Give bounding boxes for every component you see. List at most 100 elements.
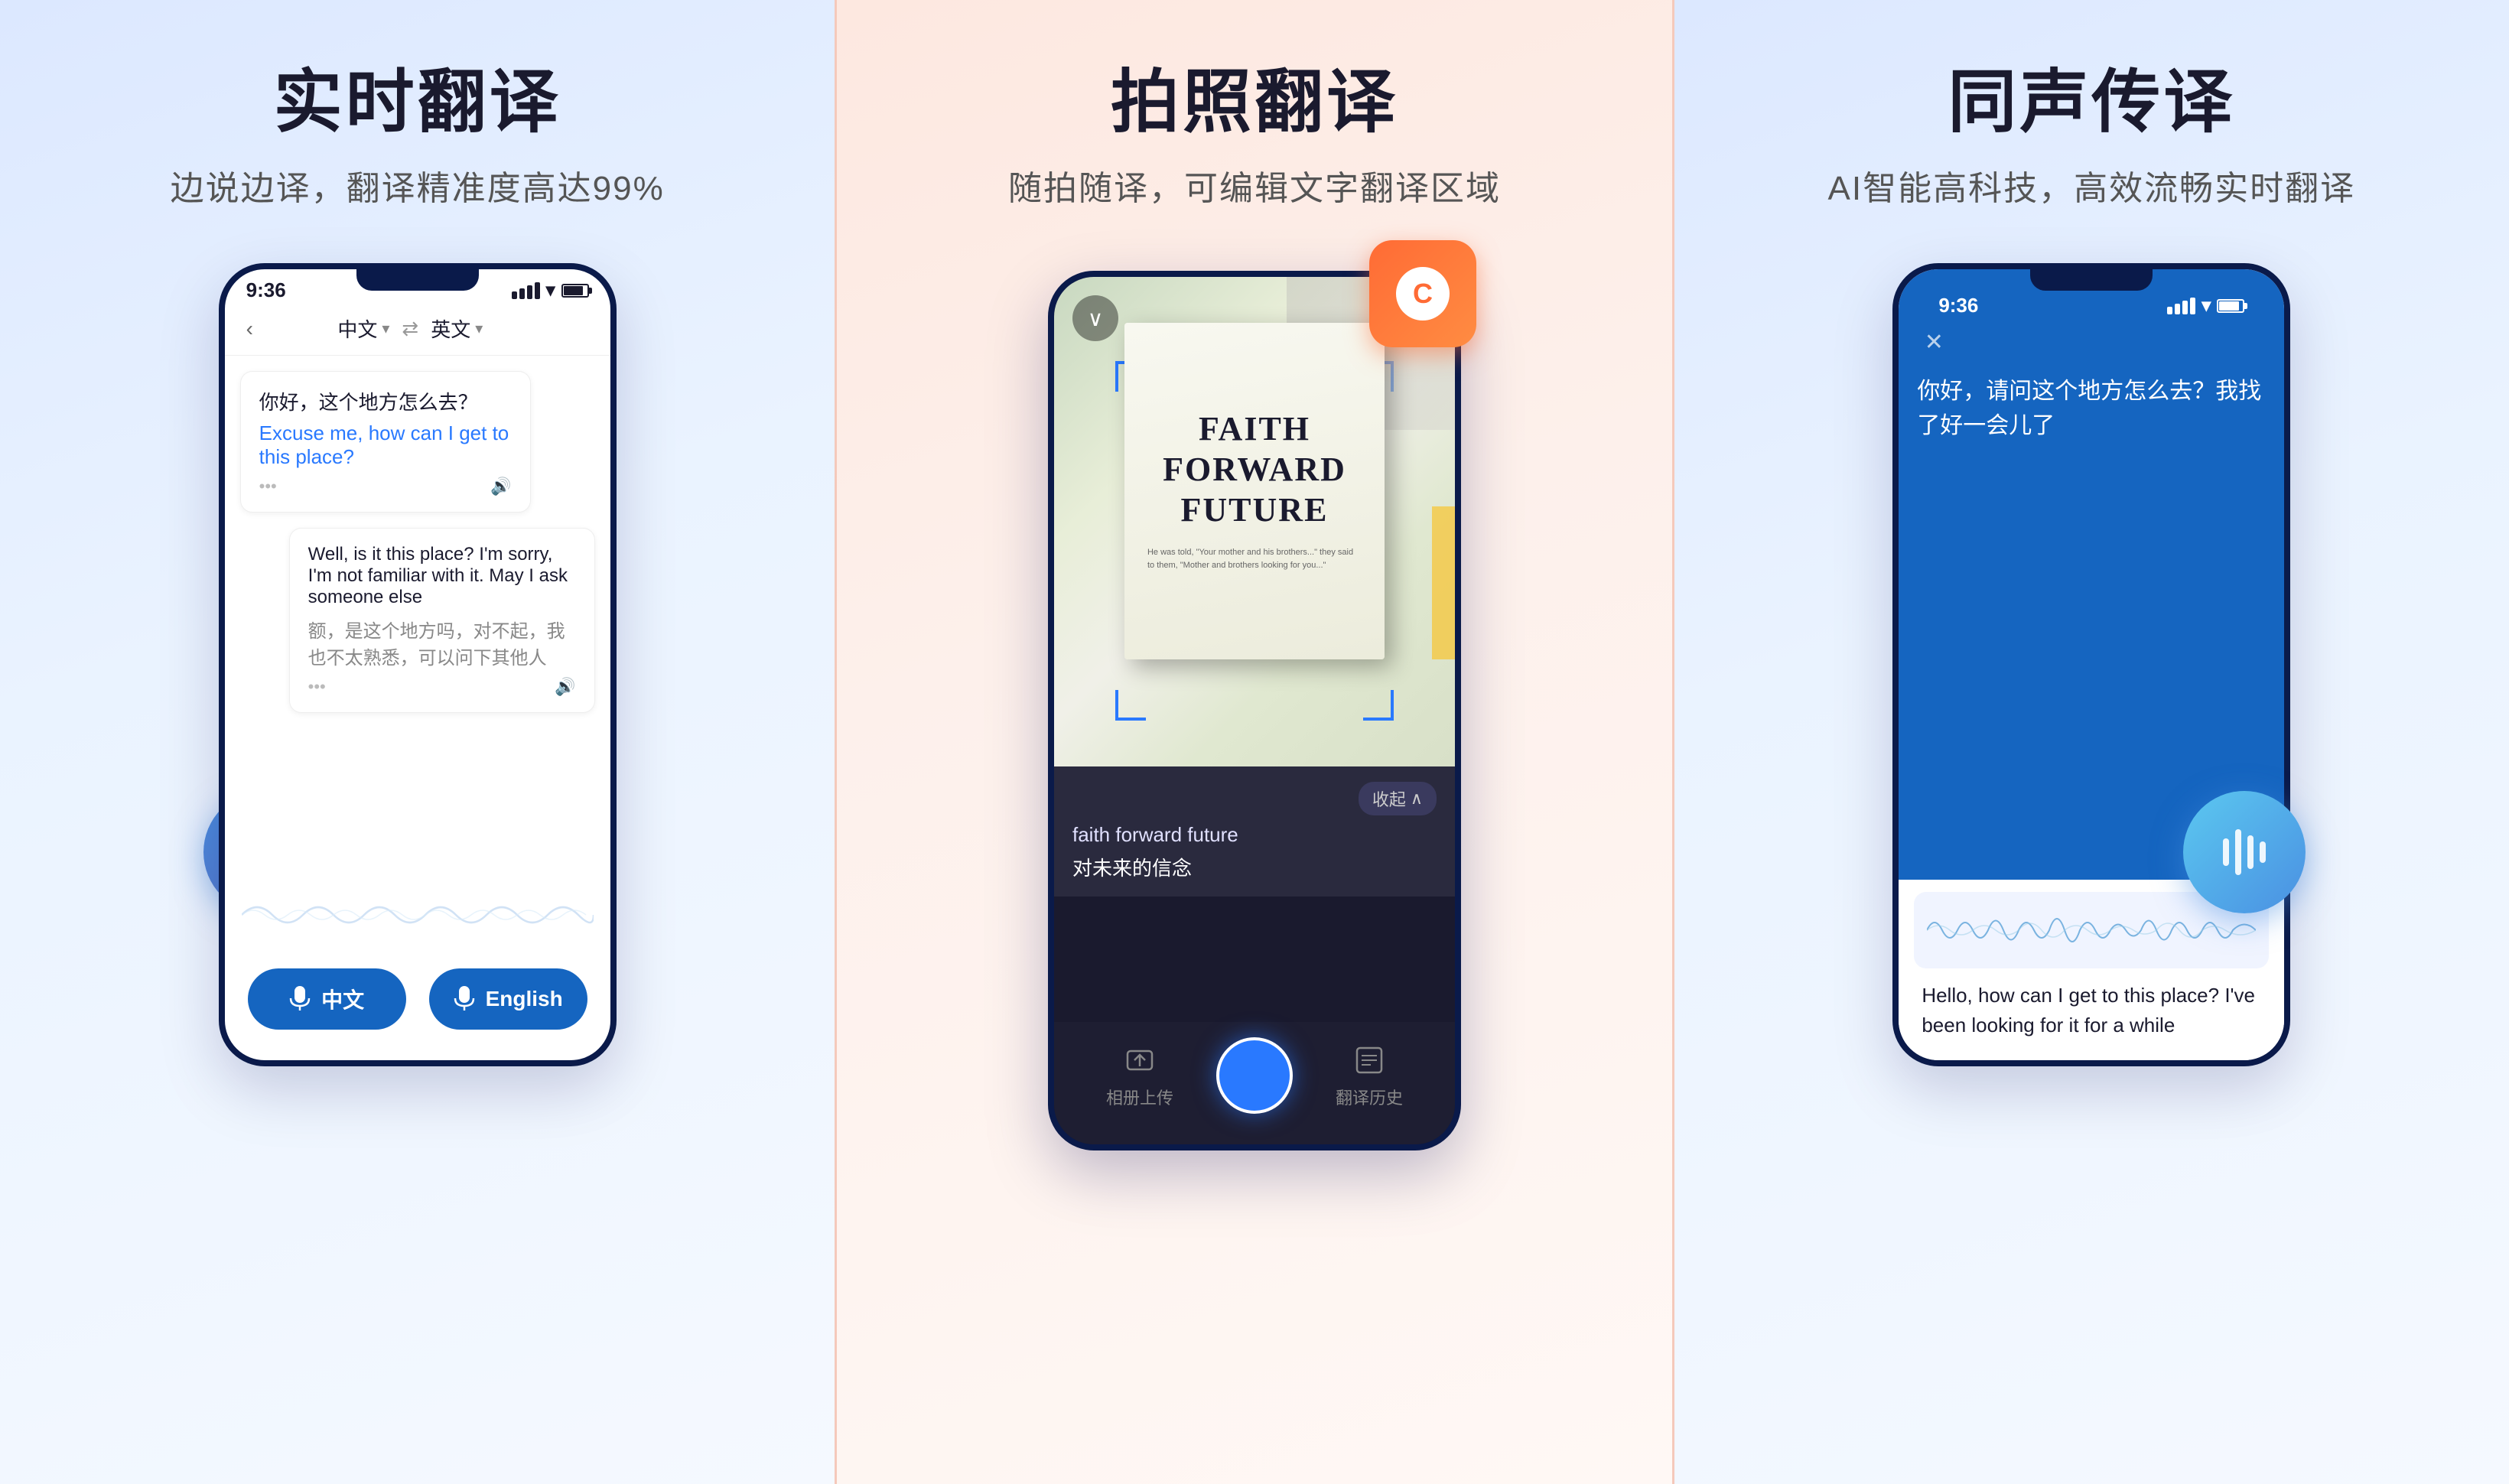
- sig-r3: [2182, 301, 2188, 314]
- blue-section: 9:36 ▾: [1899, 269, 2284, 880]
- sig-r4: [2190, 298, 2195, 314]
- collapse-btn[interactable]: 收起 ∧: [1072, 782, 1437, 815]
- phone-realtime: 9:36 ▾ ‹: [219, 263, 617, 1066]
- wifi-icon-left: ▾: [546, 279, 555, 301]
- camera-phone-wrap: C ∨ FAITHFORWARDFUTURE He was told, "You…: [1048, 271, 1461, 1150]
- sig-r1: [2167, 307, 2172, 314]
- chat1-english: Excuse me, how can I get to this place?: [259, 421, 512, 469]
- time-left: 9:36: [246, 278, 286, 302]
- chevron-down-icon[interactable]: ∨: [1072, 295, 1118, 341]
- sig-2: [519, 288, 525, 299]
- speaker-icon-2[interactable]: 🔊: [555, 677, 575, 697]
- source-lang[interactable]: 中文 ▾: [337, 314, 389, 343]
- panel-realtime: 实时翻译 边说边译，翻译精准度高达99% 9:36: [0, 0, 835, 1484]
- lang-selector: 中文 ▾ ⇄ 英文 ▾: [337, 314, 483, 343]
- translation-output: Hello, how can I get to this place? I've…: [1914, 981, 2269, 1048]
- wave-r1: [2223, 838, 2229, 866]
- upload-icon: [1121, 1042, 1158, 1079]
- target-lang-chevron: ▾: [475, 319, 483, 338]
- target-lang-label: 英文: [431, 314, 470, 343]
- chat1-chinese: 你好，这个地方怎么去？: [259, 387, 512, 415]
- target-lang[interactable]: 英文 ▾: [431, 314, 483, 343]
- chat-area: 你好，这个地方怎么去？ Excuse me, how can I get to …: [225, 356, 610, 728]
- btn-chinese-label: 中文: [321, 984, 364, 1014]
- battery-fill-right: [2219, 301, 2239, 311]
- phone-right-content: 9:36 ▾: [1899, 269, 2284, 1060]
- more-icon-1: •••: [259, 477, 277, 496]
- upload-svg: [1124, 1045, 1155, 1076]
- camera-lens-icon: C: [1396, 267, 1450, 321]
- bracket-br: [1363, 690, 1394, 721]
- btn-chinese[interactable]: 中文: [248, 968, 406, 1030]
- signal-icon-left: [512, 282, 540, 299]
- source-lang-chevron: ▾: [382, 319, 389, 338]
- panel-photo: 拍照翻译 随拍随译，可编辑文字翻译区域 C ∨ FAITHFORWARDFUTU…: [835, 0, 1674, 1484]
- nav-history[interactable]: 翻译历史: [1336, 1042, 1403, 1109]
- collapse-label: 收起: [1372, 786, 1406, 811]
- phone-notch-left: [356, 269, 479, 291]
- camera-app-icon: C: [1369, 240, 1476, 347]
- bottom-buttons-left: 中文 English: [225, 968, 610, 1030]
- btn-english-label: English: [486, 987, 563, 1011]
- wave-r2: [2235, 829, 2241, 875]
- history-svg: [1354, 1045, 1385, 1076]
- chat2-english: Well, is it this place? I'm sorry, I'm n…: [308, 544, 576, 608]
- sig-3: [527, 285, 532, 299]
- bubble-footer-2: ••• 🔊: [308, 677, 576, 697]
- voice-orb-right[interactable]: [2183, 791, 2306, 913]
- listening-text: 你好，请问这个地方怎么去？我找了好一会儿了: [1917, 374, 2266, 443]
- mic-icon-english: [454, 986, 475, 1012]
- wifi-icon-right: ▾: [2201, 295, 2211, 317]
- back-icon[interactable]: ‹: [246, 317, 253, 341]
- wave-r3: [2247, 835, 2254, 869]
- ocr-translation-text: 对未来的信念: [1072, 853, 1437, 881]
- chat2-chinese: 额，是这个地方吗，对不起，我也不太熟悉，可以问下其他人: [308, 616, 576, 669]
- sig-1: [512, 291, 517, 299]
- swap-lang-icon[interactable]: ⇄: [402, 317, 418, 340]
- wave-r4: [2260, 841, 2266, 863]
- camera-bottom-nav: 相册上传 翻译历史: [1054, 1022, 1455, 1144]
- more-icon-2: •••: [308, 677, 326, 697]
- status-icons-left: ▾: [512, 279, 589, 301]
- orb-waves-right: [2223, 829, 2266, 875]
- nav-upload-label: 相册上传: [1106, 1085, 1173, 1109]
- btn-english[interactable]: English: [429, 968, 587, 1030]
- collapse-pill: 收起 ∧: [1359, 782, 1437, 815]
- panel-subtitle-realtime: 边说边译，翻译精准度高达99%: [171, 161, 665, 210]
- camera-viewfinder: ∨ FAITHFORWARDFUTURE He was told, "Your …: [1054, 277, 1455, 766]
- panel-simultaneous: 同声传译 AI智能高科技，高效流畅实时翻译 9:36: [1674, 0, 2509, 1484]
- phone-simultaneous: 9:36 ▾: [1892, 263, 2290, 1066]
- panel-title-sim: 同声传译: [1948, 46, 2235, 145]
- nav-history-label: 翻译历史: [1336, 1085, 1403, 1109]
- phone-camera: ∨ FAITHFORWARDFUTURE He was told, "Your …: [1048, 271, 1461, 1150]
- translate-header: ‹ 中文 ▾ ⇄ 英文 ▾: [225, 302, 610, 356]
- chat-bubble-1: 你好，这个地方怎么去？ Excuse me, how can I get to …: [240, 371, 531, 513]
- sig-r2: [2175, 304, 2180, 314]
- phone-wrap-left: 9:36 ▾ ‹: [219, 263, 617, 1066]
- status-icons-right: ▾: [2167, 295, 2244, 317]
- collapse-chevron-icon: ∧: [1411, 789, 1423, 809]
- sig-4: [535, 282, 540, 299]
- battery-icon-right: [2217, 299, 2244, 313]
- nav-upload[interactable]: 相册上传: [1106, 1042, 1173, 1109]
- camera-result-area: 收起 ∧ faith forward future 对未来的信念: [1054, 766, 1455, 897]
- signal-icon-right: [2167, 298, 2195, 314]
- waveform-svg-left: [242, 892, 594, 938]
- phone-notch-right: [2030, 269, 2153, 291]
- book-image: FAITHFORWARDFUTURE He was told, "Your mo…: [1124, 323, 1385, 659]
- bracket-bl: [1115, 690, 1146, 721]
- panel-subtitle-sim: AI智能高科技，高效流畅实时翻译: [1828, 161, 2356, 210]
- battery-fill-left: [564, 286, 584, 295]
- bubble-footer-1: ••• 🔊: [259, 477, 512, 496]
- speaker-icon-1[interactable]: 🔊: [490, 477, 511, 496]
- capture-button[interactable]: [1216, 1037, 1293, 1114]
- mic-icon-chinese: [289, 986, 311, 1012]
- panel-title-realtime: 实时翻译: [274, 46, 561, 145]
- waveform-svg-right: [1927, 900, 2256, 961]
- panel-subtitle-photo: 随拍随译，可编辑文字翻译区域: [1008, 161, 1501, 210]
- phone-wrap-right: 9:36 ▾: [1892, 263, 2290, 1066]
- close-button[interactable]: ✕: [1917, 325, 1951, 359]
- chat-bubble-2: Well, is it this place? I'm sorry, I'm n…: [289, 528, 595, 713]
- waveform-bg-left: [225, 892, 610, 938]
- panel-title-photo: 拍照翻译: [1111, 46, 1398, 145]
